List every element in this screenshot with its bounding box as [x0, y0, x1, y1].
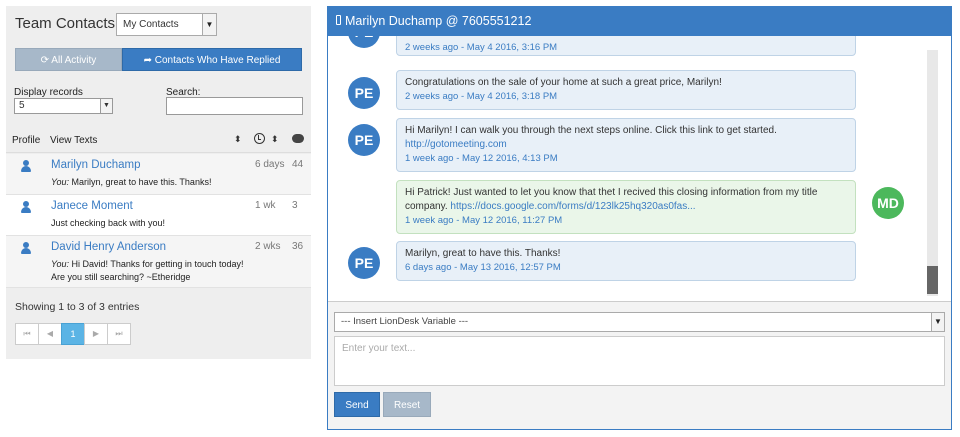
message-text: Marilyn, great to have this. Thanks! — [71, 177, 212, 187]
all-activity-tab[interactable]: ⟳ All Activity — [15, 48, 122, 71]
message-bubble: Hi Patrick! Just wanted to let you know … — [396, 180, 856, 234]
text-count: 44 — [292, 159, 304, 170]
search-input[interactable] — [166, 97, 303, 115]
message-meta: 6 days ago - May 13 2016, 12:57 PM — [405, 262, 561, 273]
display-records-value: 5 — [19, 100, 25, 111]
text-count: 36 — [292, 241, 304, 252]
refresh-icon: ⟳ — [40, 55, 50, 66]
chat-icon[interactable] — [292, 134, 304, 143]
agent-avatar: PE — [348, 77, 380, 109]
header-profile: Profile — [12, 135, 41, 146]
phone-icon — [336, 15, 341, 25]
message-text: Marilyn, great to have this. Thanks! — [405, 248, 561, 259]
message-bubble: Marilyn, great to have this. Thanks! 6 d… — [396, 241, 856, 281]
clock-icon[interactable] — [254, 133, 265, 144]
message-age: 1 wk — [255, 200, 276, 211]
thread-scrollbar[interactable] — [927, 50, 938, 296]
contact-name[interactable]: David Henry Anderson — [51, 241, 166, 253]
conversation-panel: Marilyn Duchamp @ 7605551212 PE 2 weeks … — [327, 6, 952, 430]
last-message: You: Marilyn, great to have this. Thanks… — [51, 176, 251, 189]
contacts-replied-label: Contacts Who Have Replied — [154, 55, 281, 66]
team-contacts-panel: Team Contacts My Contacts ▼ ⟳ All Activi… — [6, 6, 311, 359]
message-bubble: Hi Marilyn! I can walk you through the n… — [396, 118, 856, 172]
message-prefix: You: — [51, 259, 70, 269]
message-meta: 2 weeks ago - May 4 2016, 3:16 PM — [405, 42, 558, 53]
message-text: Congratulations on the sale of your home… — [405, 77, 722, 88]
message-meta: 1 week ago - May 12 2016, 11:27 PM — [405, 215, 563, 226]
conversation-title: Marilyn Duchamp @ 7605551212 — [345, 14, 532, 28]
contacts-filter-select[interactable]: My Contacts ▼ — [116, 13, 217, 36]
person-icon — [21, 201, 31, 213]
table-row[interactable]: Janece Moment Just checking back with yo… — [6, 195, 311, 236]
header-view-texts[interactable]: View Texts — [50, 135, 97, 146]
reset-button[interactable]: Reset — [383, 392, 431, 417]
agent-avatar: PE — [348, 124, 380, 156]
sort-icon[interactable]: ⬍ — [271, 134, 279, 145]
display-records-select[interactable]: 5 ▼ — [14, 98, 113, 114]
send-button[interactable]: Send — [334, 392, 380, 417]
all-activity-label: All Activity — [51, 55, 97, 66]
table-header: Profile View Texts ⬍ ⬍ — [6, 128, 311, 153]
conversation-header: Marilyn Duchamp @ 7605551212 — [328, 7, 951, 36]
variable-select-value: --- Insert LionDesk Variable --- — [341, 316, 469, 327]
contact-name[interactable]: Marilyn Duchamp — [51, 159, 140, 171]
prev-page-button[interactable]: ◀ — [38, 323, 62, 345]
message-link[interactable]: http://gotomeeting.com — [405, 139, 507, 150]
message-bubble: 2 weeks ago - May 4 2016, 3:16 PM — [396, 36, 856, 56]
message-meta: 2 weeks ago - May 4 2016, 3:18 PM — [405, 91, 558, 102]
entries-info: Showing 1 to 3 of 3 entries — [15, 301, 140, 313]
last-message: You: Hi David! Thanks for getting in tou… — [51, 258, 251, 284]
person-icon — [21, 242, 31, 254]
liondesk-variable-select[interactable]: --- Insert LionDesk Variable --- ▼ — [334, 312, 945, 332]
agent-avatar: PE — [348, 247, 380, 279]
contact-name[interactable]: Janece Moment — [51, 200, 133, 212]
display-records-label: Display records — [14, 87, 83, 98]
person-icon — [21, 160, 31, 172]
pagination: ⏮ ◀ 1 ▶ ⏭ — [15, 323, 131, 345]
message-text: Hi Marilyn! I can walk you through the n… — [405, 125, 777, 136]
table-row[interactable]: Marilyn Duchamp You: Marilyn, great to h… — [6, 154, 311, 195]
message-composer: --- Insert LionDesk Variable --- ▼ Enter… — [328, 301, 951, 429]
message-text: Just checking back with you! — [51, 218, 166, 228]
last-page-button[interactable]: ⏭ — [107, 323, 131, 345]
chevron-down-icon: ▼ — [100, 99, 112, 113]
reply-icon: ➦ — [143, 55, 152, 66]
chevron-down-icon: ▼ — [931, 313, 944, 331]
message-text: Hi David! Thanks for getting in touch to… — [51, 259, 244, 282]
message-age: 2 wks — [255, 241, 281, 252]
message-bubble: Congratulations on the sale of your home… — [396, 70, 856, 110]
first-page-button[interactable]: ⏮ — [15, 323, 39, 345]
chevron-down-icon: ▼ — [202, 14, 216, 35]
contacts-replied-tab[interactable]: ➦ Contacts Who Have Replied — [122, 48, 302, 71]
last-message: Just checking back with you! — [51, 217, 251, 230]
current-page-button[interactable]: 1 — [61, 323, 85, 345]
message-input[interactable]: Enter your text... — [334, 336, 945, 386]
message-link[interactable]: https://docs.google.com/forms/d/123lk25h… — [450, 201, 695, 212]
message-meta: 1 week ago - May 12 2016, 4:13 PM — [405, 153, 558, 164]
contacts-filter-value: My Contacts — [123, 19, 179, 30]
contact-avatar: MD — [872, 187, 904, 219]
team-contacts-header: Team Contacts My Contacts ▼ — [6, 6, 311, 42]
scrollbar-thumb[interactable] — [927, 266, 938, 294]
table-row[interactable]: David Henry Anderson You: Hi David! Than… — [6, 236, 311, 288]
message-thread[interactable]: PE 2 weeks ago - May 4 2016, 3:16 PM PE … — [333, 36, 945, 298]
sort-icon[interactable]: ⬍ — [234, 134, 242, 145]
text-count: 3 — [292, 200, 298, 211]
panel-title: Team Contacts — [15, 15, 116, 32]
message-prefix: You: — [51, 177, 70, 187]
agent-avatar: PE — [348, 36, 380, 48]
message-age: 6 days — [255, 159, 285, 170]
next-page-button[interactable]: ▶ — [84, 323, 108, 345]
